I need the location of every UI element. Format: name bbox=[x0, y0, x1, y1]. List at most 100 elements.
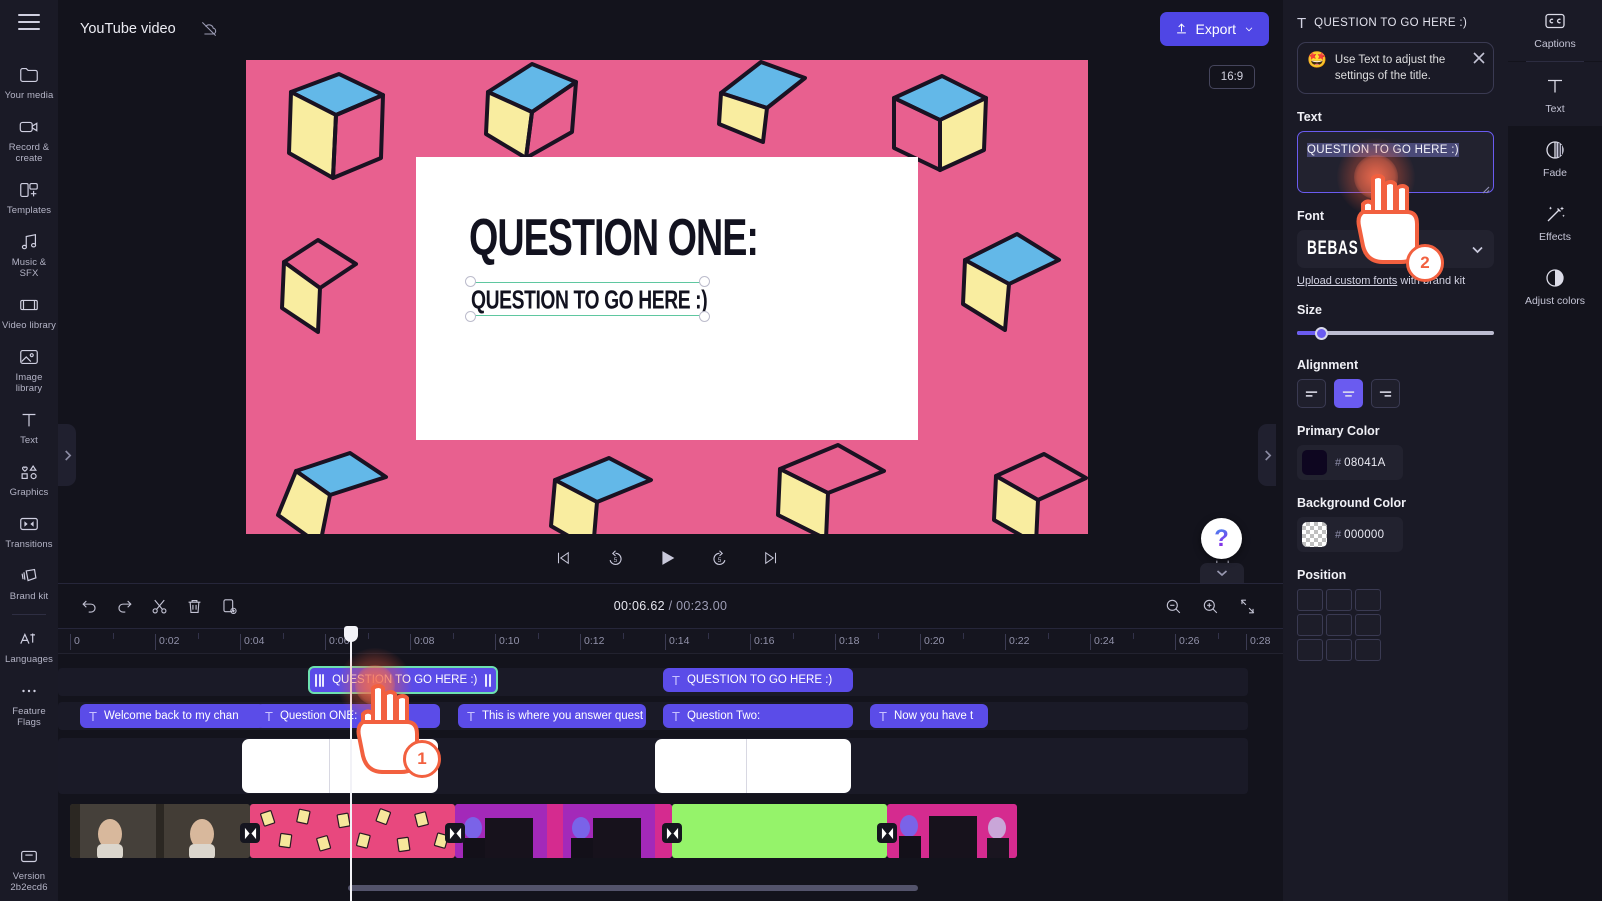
cloud-offline-icon[interactable] bbox=[194, 14, 224, 44]
timeline-clip-selected[interactable]: QUESTION TO GO HERE :) bbox=[308, 666, 498, 694]
primary-color-picker[interactable]: # 08041A bbox=[1297, 445, 1403, 480]
sidebar-label: Your media bbox=[4, 90, 54, 101]
video-canvas[interactable]: QUESTION ONE: QUESTION TO GO HERE :) bbox=[246, 60, 1088, 534]
sidebar-item-image-library[interactable]: Image library bbox=[0, 338, 58, 401]
sidebar-label: Version 2b2ecd6 bbox=[10, 871, 48, 893]
forward-5-icon[interactable]: 5 bbox=[706, 545, 732, 571]
resize-handle-top-right[interactable] bbox=[699, 276, 710, 287]
duplicate-icon[interactable] bbox=[214, 591, 244, 621]
timeline-horizontal-scrollbar[interactable] bbox=[348, 885, 918, 891]
collapse-left-panel-button[interactable] bbox=[58, 424, 76, 486]
text-section-label: Text bbox=[1297, 110, 1322, 124]
sidebar-item-record-create[interactable]: Record & create bbox=[0, 108, 58, 171]
background-color-swatch[interactable] bbox=[1302, 522, 1327, 547]
position-cell-middle-right[interactable] bbox=[1355, 614, 1381, 636]
upload-custom-fonts-link[interactable]: Upload custom fonts bbox=[1297, 275, 1397, 287]
sidebar-item-transitions[interactable]: Transitions bbox=[0, 505, 58, 557]
background-color-picker[interactable]: # 000000 bbox=[1297, 517, 1403, 552]
playhead-knob[interactable] bbox=[344, 626, 358, 642]
zoom-in-icon[interactable] bbox=[1195, 591, 1225, 621]
timeline-clip-graphic[interactable] bbox=[242, 739, 438, 793]
align-left-button[interactable] bbox=[1297, 379, 1326, 408]
close-icon[interactable] bbox=[1472, 51, 1486, 65]
position-cell-bottom-right[interactable] bbox=[1355, 639, 1381, 661]
timeline-clip-video[interactable] bbox=[672, 804, 887, 858]
collapse-right-panel-button[interactable] bbox=[1258, 424, 1276, 486]
resize-handle-bottom-right[interactable] bbox=[699, 311, 710, 322]
resize-handle-top-left[interactable] bbox=[465, 276, 476, 287]
primary-color-swatch[interactable] bbox=[1302, 450, 1327, 475]
undo-icon[interactable] bbox=[74, 591, 104, 621]
rewind-5-icon[interactable]: 5 bbox=[602, 545, 628, 571]
tool-text[interactable]: Text bbox=[1508, 62, 1602, 126]
font-select[interactable]: BEBAS NEUE bbox=[1297, 230, 1494, 268]
sidebar-item-music-sfx[interactable]: Music & SFX bbox=[0, 223, 58, 286]
delete-trash-icon[interactable] bbox=[179, 591, 209, 621]
transition-badge-icon[interactable] bbox=[445, 823, 465, 843]
timeline-clip-text[interactable]: T This is where you answer quest bbox=[458, 704, 646, 728]
play-button[interactable] bbox=[654, 545, 680, 571]
position-cell-top-right[interactable] bbox=[1355, 589, 1381, 611]
export-button[interactable]: Export bbox=[1159, 11, 1269, 46]
zoom-out-icon[interactable] bbox=[1158, 591, 1188, 621]
position-cell-top-left[interactable] bbox=[1297, 589, 1323, 611]
resize-grip-icon[interactable] bbox=[1482, 181, 1490, 194]
sidebar-item-templates[interactable]: Templates bbox=[0, 171, 58, 223]
timeline-clip-video[interactable] bbox=[250, 804, 455, 858]
timeline-clip-title[interactable]: T QUESTION TO GO HERE :) bbox=[663, 668, 853, 692]
timeline-ruler[interactable]: 0 0:02 0:04 0:06 0:08 0:10 0:12 0:14 0:1… bbox=[58, 628, 1283, 654]
timeline-clip-text[interactable]: T Now you have t bbox=[870, 704, 988, 728]
timeline-clip-video[interactable] bbox=[70, 804, 250, 858]
clip-handle-right[interactable] bbox=[482, 673, 494, 687]
skip-to-end-icon[interactable] bbox=[758, 545, 784, 571]
sidebar-item-brand-kit[interactable]: Brand kit bbox=[0, 557, 58, 609]
tool-adjust-colors[interactable]: Adjust colors bbox=[1508, 254, 1602, 318]
redo-icon[interactable] bbox=[109, 591, 139, 621]
align-right-button[interactable] bbox=[1371, 379, 1400, 408]
sidebar-item-video-library[interactable]: Video library bbox=[0, 286, 58, 338]
sidebar-label: Brand kit bbox=[9, 591, 49, 602]
split-scissors-icon[interactable] bbox=[144, 591, 174, 621]
size-slider[interactable] bbox=[1297, 324, 1494, 342]
brand-kit-icon bbox=[17, 564, 41, 588]
slider-knob[interactable] bbox=[1314, 326, 1328, 340]
sidebar-item-languages[interactable]: Languages bbox=[0, 620, 58, 672]
resize-handle-bottom-left[interactable] bbox=[465, 311, 476, 322]
skip-to-start-icon[interactable] bbox=[550, 545, 576, 571]
help-button[interactable]: ? bbox=[1201, 518, 1242, 559]
sidebar-item-feature-flags[interactable]: Feature Flags bbox=[0, 672, 58, 735]
align-center-button[interactable] bbox=[1334, 379, 1363, 408]
timeline-clip-text[interactable]: T Welcome back to my chan bbox=[80, 704, 265, 728]
timeline-clip-graphic[interactable] bbox=[655, 739, 851, 793]
timeline-clip-video[interactable] bbox=[455, 804, 672, 858]
sidebar-item-your-media[interactable]: Your media bbox=[0, 56, 58, 108]
fit-to-timeline-icon[interactable] bbox=[1232, 591, 1262, 621]
aspect-ratio-badge[interactable]: 16:9 bbox=[1209, 65, 1255, 89]
selected-text-bounding-box[interactable]: QUESTION TO GO HERE :) bbox=[465, 276, 710, 322]
position-cell-top-center[interactable] bbox=[1326, 589, 1352, 611]
position-cell-middle-left[interactable] bbox=[1297, 614, 1323, 636]
playhead[interactable] bbox=[344, 626, 358, 901]
timeline-clip-video[interactable] bbox=[887, 804, 1017, 858]
menu-hamburger-icon[interactable] bbox=[18, 14, 40, 30]
sidebar-item-graphics[interactable]: Graphics bbox=[0, 453, 58, 505]
sidebar-label: Music & SFX bbox=[11, 257, 47, 279]
timeline-collapse-button[interactable] bbox=[1200, 563, 1244, 583]
text-input-field[interactable]: QUESTION TO GO HERE :) bbox=[1297, 131, 1494, 194]
clip-handle-left[interactable] bbox=[312, 673, 327, 687]
sidebar-item-text[interactable]: Text bbox=[0, 401, 58, 453]
position-cell-bottom-center[interactable] bbox=[1326, 639, 1352, 661]
project-title[interactable]: YouTube video bbox=[72, 16, 184, 42]
transition-badge-icon[interactable] bbox=[662, 823, 682, 843]
timeline-clip-text[interactable]: T Question ONE: bbox=[256, 704, 440, 728]
tool-fade[interactable]: Fade bbox=[1508, 126, 1602, 190]
chevron-down-icon bbox=[1471, 243, 1484, 256]
position-cell-bottom-left[interactable] bbox=[1297, 639, 1323, 661]
transition-badge-icon[interactable] bbox=[877, 823, 897, 843]
tool-effects[interactable]: Effects bbox=[1508, 190, 1602, 254]
timeline-clip-text[interactable]: T Question Two: bbox=[663, 704, 853, 728]
tool-captions[interactable]: Captions bbox=[1508, 0, 1602, 61]
sidebar-item-version[interactable]: Version 2b2ecd6 bbox=[0, 837, 58, 901]
position-cell-middle-center[interactable] bbox=[1326, 614, 1352, 636]
transition-badge-icon[interactable] bbox=[240, 823, 260, 843]
